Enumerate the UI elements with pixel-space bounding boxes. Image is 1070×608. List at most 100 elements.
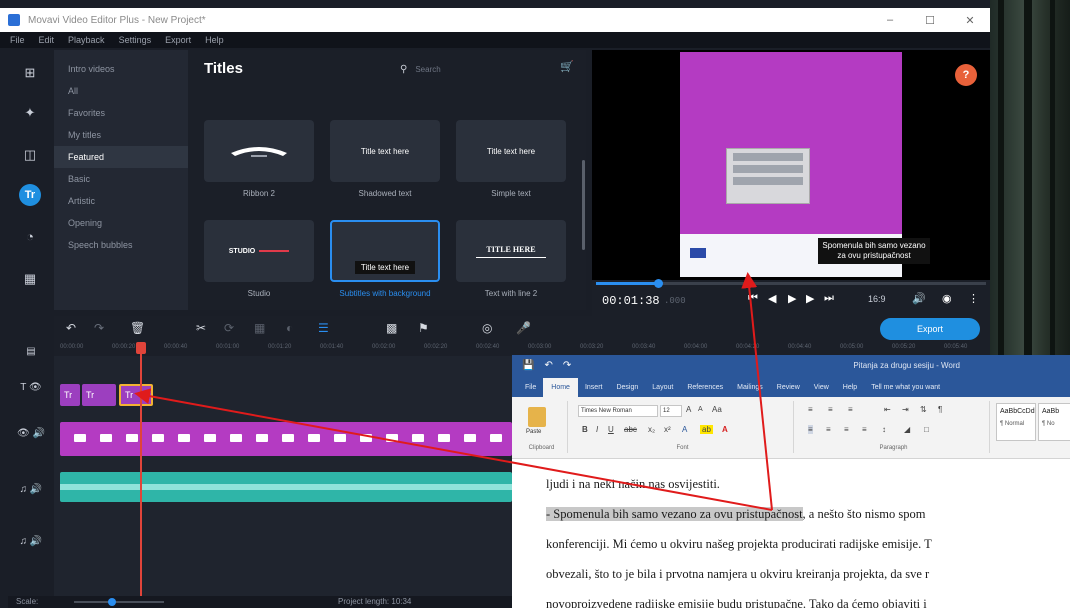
gallery-scrollbar[interactable] (582, 160, 585, 250)
title-tile-studio[interactable]: STUDIO (204, 220, 314, 282)
document-body[interactable]: ljudi i na neki način nas osvijestiti. -… (512, 459, 1070, 608)
align-center-icon[interactable]: ≡ (826, 425, 831, 434)
crop-icon[interactable]: ▦ (254, 321, 265, 335)
help-button[interactable]: ? (955, 64, 977, 86)
step-forward-icon[interactable]: ▶ (806, 292, 814, 305)
category-artistic[interactable]: Artistic (54, 190, 188, 212)
strikethrough-icon[interactable]: abc (624, 425, 637, 434)
volume-icon[interactable]: 🔊 (912, 292, 926, 305)
shrink-font-icon[interactable]: A (698, 406, 703, 413)
skip-start-icon[interactable]: ⏮ (748, 292, 758, 305)
font-size-select[interactable]: 12 (660, 405, 682, 417)
paste-button[interactable]: Paste (526, 429, 541, 435)
seek-handle[interactable] (654, 279, 664, 288)
rotate-icon[interactable]: ⟳ (224, 321, 234, 335)
import-icon[interactable]: ⊞ (19, 62, 41, 84)
align-left-icon[interactable]: ≡ (808, 425, 813, 434)
paste-icon[interactable] (528, 407, 546, 427)
skip-end-icon[interactable]: ⏭ (824, 292, 834, 305)
magic-icon[interactable]: ✦ (19, 102, 41, 124)
style-normal[interactable]: AaBbCcDd ¶ Normal (996, 403, 1036, 441)
menu-playback[interactable]: Playback (68, 35, 105, 45)
insert-media-icon[interactable]: ▩ (386, 321, 397, 335)
search-box[interactable]: ⚲ Search (400, 60, 538, 78)
underline-icon[interactable]: U (608, 425, 614, 434)
undo-icon[interactable]: ↶ (544, 360, 552, 371)
seek-bar[interactable] (596, 279, 986, 288)
more-tools-icon[interactable]: ▦ (19, 268, 41, 290)
maximize-button[interactable]: ☐ (910, 14, 950, 27)
tab-layout[interactable]: Layout (645, 384, 680, 397)
clip-properties-icon[interactable]: ☰ (318, 321, 329, 335)
title-tile-simple-text[interactable]: Title text here (456, 120, 566, 182)
align-right-icon[interactable]: ≡ (844, 425, 849, 434)
menu-help[interactable]: Help (205, 35, 224, 45)
title-clip[interactable]: Tr (60, 384, 80, 406)
aspect-ratio-select[interactable]: 16:9 (868, 294, 886, 304)
music-track-icon[interactable]: ♫ 🔊 (14, 536, 48, 547)
font-color-icon[interactable]: A (722, 425, 728, 434)
tab-references[interactable]: References (680, 384, 730, 397)
audio-track-icon[interactable]: ♫ 🔊 (14, 484, 48, 495)
title-tile-subtitles-with-background[interactable]: Title text here (330, 220, 440, 282)
redo-icon[interactable]: ↷ (563, 360, 571, 371)
decrease-indent-icon[interactable]: ⇤ (884, 405, 891, 414)
menu-file[interactable]: File (10, 35, 25, 45)
style-no-spacing[interactable]: AaBb ¶ No (1038, 403, 1070, 441)
change-case-icon[interactable]: Aa (712, 405, 722, 414)
highlight-icon[interactable]: ab (700, 425, 713, 434)
title-tile-text-with-line-2[interactable]: TITLE HERE (456, 220, 566, 282)
category-all[interactable]: All (54, 80, 188, 102)
title-track-icon[interactable]: T 👁 (14, 382, 48, 393)
subscript-icon[interactable]: x₂ (648, 425, 655, 434)
delete-icon[interactable]: 🗑 (130, 321, 145, 335)
minimize-button[interactable]: – (870, 14, 910, 27)
titles-icon[interactable]: Tr (19, 184, 41, 206)
category-featured[interactable]: Featured (54, 146, 188, 168)
add-track-icon[interactable]: ▤ (14, 346, 48, 357)
title-clip-selected[interactable]: Tr (119, 384, 153, 406)
play-icon[interactable]: ▶ (788, 292, 796, 305)
category-opening[interactable]: Opening (54, 212, 188, 234)
justify-icon[interactable]: ≡ (862, 425, 867, 434)
line-spacing-icon[interactable]: ↕ (882, 425, 886, 434)
tab-home[interactable]: Home (543, 378, 578, 397)
transitions-icon[interactable]: ◔ (19, 226, 41, 248)
menu-settings[interactable]: Settings (119, 35, 152, 45)
video-track-icon[interactable]: 👁 🔊 (14, 428, 48, 439)
sort-icon[interactable]: ⇅ (920, 405, 927, 414)
snapshot-icon[interactable]: ◉ (942, 292, 952, 305)
menu-edit[interactable]: Edit (39, 35, 55, 45)
category-speech-bubbles[interactable]: Speech bubbles (54, 234, 188, 256)
borders-icon[interactable]: □ (924, 425, 929, 434)
color-adjust-icon[interactable]: ◐ (286, 321, 293, 335)
video-clip[interactable] (60, 422, 512, 456)
tab-file[interactable]: File (518, 384, 543, 397)
tab-help[interactable]: Help (836, 384, 864, 397)
undo-icon[interactable]: ↶ (66, 321, 76, 335)
export-button[interactable]: Export (880, 318, 980, 340)
more-options-icon[interactable]: ⋮ (968, 292, 979, 305)
shading-icon[interactable]: ◢ (904, 425, 910, 434)
italic-icon[interactable]: I (596, 425, 598, 434)
step-back-icon[interactable]: ◀ (768, 292, 776, 305)
tab-review[interactable]: Review (770, 384, 807, 397)
zoom-slider[interactable] (74, 601, 164, 603)
filters-icon[interactable]: ◫ (19, 144, 41, 166)
bold-icon[interactable]: B (582, 425, 588, 434)
flag-marker-icon[interactable]: ⚑ (418, 321, 429, 335)
redo-icon[interactable]: ↷ (94, 321, 104, 335)
category-favorites[interactable]: Favorites (54, 102, 188, 124)
multilevel-list-icon[interactable]: ≡ (848, 405, 853, 414)
tab-mailings[interactable]: Mailings (730, 384, 770, 397)
record-voice-icon[interactable]: ◎ (482, 321, 492, 335)
font-name-select[interactable]: Times New Roman (578, 405, 658, 417)
category-intro-videos[interactable]: Intro videos (54, 58, 188, 80)
show-marks-icon[interactable]: ¶ (938, 405, 942, 414)
increase-indent-icon[interactable]: ⇥ (902, 405, 909, 414)
store-cart-icon[interactable]: 🛒 (560, 60, 574, 73)
category-basic[interactable]: Basic (54, 168, 188, 190)
category-my-titles[interactable]: My titles (54, 124, 188, 146)
numbering-icon[interactable]: ≡ (828, 405, 833, 414)
audio-clip[interactable] (60, 472, 512, 502)
